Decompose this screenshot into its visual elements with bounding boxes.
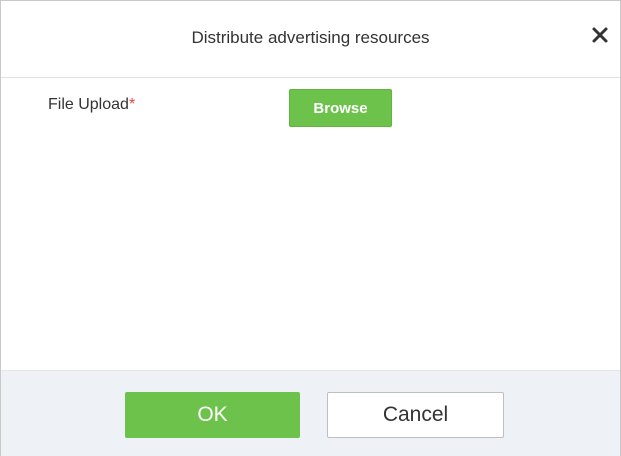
dialog-title: Distribute advertising resources — [191, 28, 430, 47]
dialog-header: Distribute advertising resources — [1, 1, 620, 78]
dialog-body: File Upload* Browse — [1, 78, 620, 370]
file-upload-label: File Upload* — [48, 96, 135, 114]
dialog-footer: OK Cancel — [1, 370, 620, 456]
browse-button[interactable]: Browse — [289, 89, 392, 127]
required-marker: * — [128, 96, 136, 113]
cancel-button[interactable]: Cancel — [327, 392, 504, 438]
distribute-resources-dialog: Distribute advertising resources File Up… — [0, 0, 621, 456]
file-upload-label-text: File Upload — [48, 96, 129, 113]
close-icon[interactable] — [589, 19, 611, 49]
ok-button[interactable]: OK — [125, 392, 300, 438]
